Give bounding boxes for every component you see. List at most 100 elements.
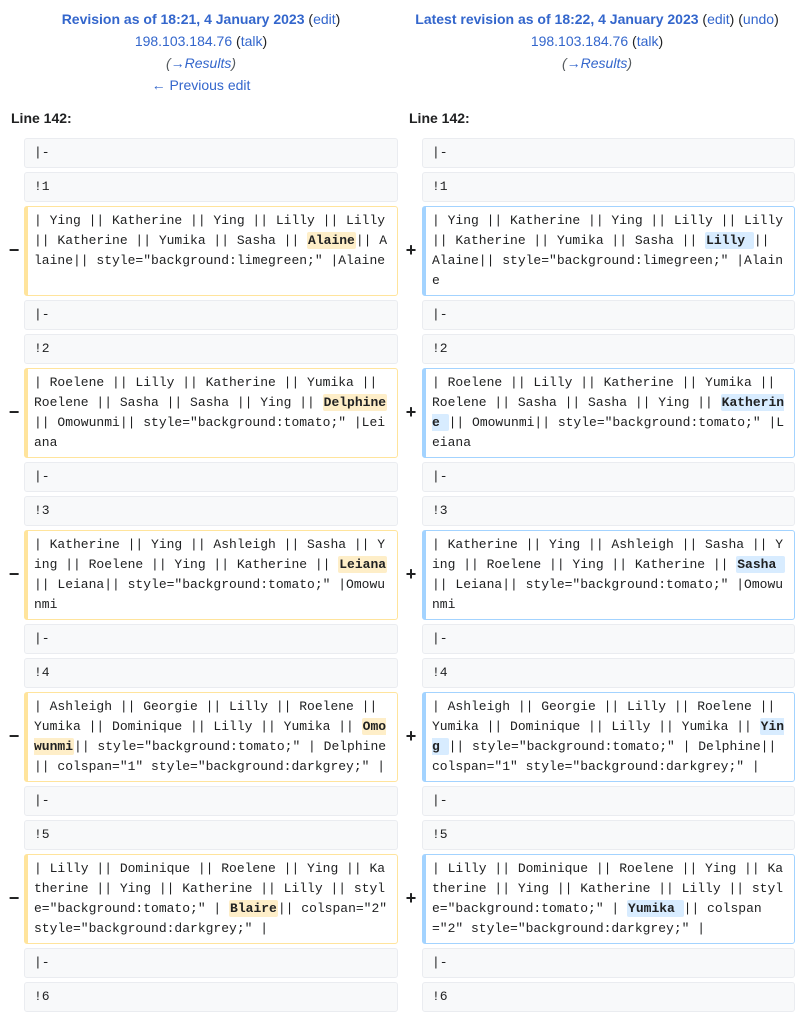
new-revision-header: Latest revision as of 18:22, 4 January 2… — [400, 8, 794, 74]
line-text: || style="background:tomato;" | Delphine… — [432, 739, 785, 774]
paren: ) — [729, 11, 735, 27]
added-word: Lilly — [705, 232, 754, 249]
old-context-line: |- — [24, 948, 398, 978]
old-context-line: !6 — [24, 982, 398, 1012]
diff-context-row: |- |- — [0, 462, 799, 492]
added-line-marker: + — [405, 240, 417, 260]
diff-change-row: − + | Ying || Katherine || Ying || Lilly |… — [0, 206, 799, 296]
new-context-line: !4 — [422, 658, 795, 688]
new-context-line: !2 — [422, 334, 795, 364]
line-text: || Leiana|| style="background:tomato;" |… — [34, 577, 386, 612]
old-revision-link[interactable]: Revision as of 18:21, 4 January 2023 — [62, 11, 305, 27]
right-line-number: Line 142: — [409, 110, 470, 126]
deleted-word: Blaire — [229, 900, 278, 917]
new-context-line: |- — [422, 300, 795, 330]
old-revision-header: Revision as of 18:21, 4 January 2023 (ed… — [5, 8, 397, 96]
deleted-line: | Lilly || Dominique || Roelene || Ying … — [24, 854, 398, 944]
left-line-number: Line 142: — [11, 110, 72, 126]
old-context-line: !5 — [24, 820, 398, 850]
diff-context-row: !1 !1 — [0, 172, 799, 202]
line-text: | Katherine || Ying || Ashleigh || Sasha… — [34, 537, 386, 572]
diff-change-row: − + | Ashleigh || Georgie || Lilly || Roel… — [0, 692, 799, 782]
added-line-marker: + — [405, 726, 417, 746]
deleted-line-marker: − — [8, 726, 20, 746]
diff-context-row: !3 !3 — [0, 496, 799, 526]
new-context-line: |- — [422, 786, 795, 816]
new-edit-link[interactable]: edit — [707, 11, 730, 27]
old-context-line: !4 — [24, 658, 398, 688]
diff-context-row: !5 !5 — [0, 820, 799, 850]
new-context-line: |- — [422, 624, 795, 654]
old-context-line: !3 — [24, 496, 398, 526]
deleted-word: Leiana — [338, 556, 388, 573]
added-line: | Ashleigh || Georgie || Lilly || Roelen… — [422, 692, 795, 782]
old-edit-link[interactable]: edit — [313, 11, 336, 27]
new-context-line: !6 — [422, 982, 795, 1012]
new-section-link[interactable]: →Results — [567, 55, 628, 71]
old-context-line: !2 — [24, 334, 398, 364]
added-word: Sasha — [736, 556, 786, 573]
old-context-line: |- — [24, 462, 398, 492]
line-text: | Ashleigh || Georgie || Lilly || Roelen… — [432, 699, 784, 734]
paren: ) — [774, 11, 779, 27]
added-line: | Ying || Katherine || Ying || Lilly || … — [422, 206, 795, 296]
line-text: || style="background:tomato;" | Delphine… — [34, 739, 387, 774]
new-context-line: !1 — [422, 172, 795, 202]
added-word: Yumika — [627, 900, 684, 917]
line-text: | Katherine || Ying || Ashleigh || Sasha… — [432, 537, 784, 572]
old-context-line: |- — [24, 138, 398, 168]
new-context-line: !5 — [422, 820, 795, 850]
diff-context-row: |- |- — [0, 948, 799, 978]
deleted-line-marker: − — [8, 402, 20, 422]
new-user-link[interactable]: 198.103.184.76 — [531, 33, 628, 49]
old-edit-summary: (→Results) — [165, 55, 237, 71]
deleted-line: | Ashleigh || Georgie || Lilly || Roelen… — [24, 692, 398, 782]
line-text: || Omowunmi|| style="background:tomato;"… — [34, 415, 386, 450]
diff-header: Revision as of 18:21, 4 January 2023 (ed… — [0, 0, 799, 100]
new-context-line: !3 — [422, 496, 795, 526]
old-context-line: |- — [24, 786, 398, 816]
diff-context-row: !6 !6 — [0, 982, 799, 1012]
added-line: | Katherine || Ying || Ashleigh || Sasha… — [422, 530, 795, 620]
new-edit-summary: (→Results) — [561, 55, 633, 71]
deleted-line: | Ying || Katherine || Ying || Lilly || … — [24, 206, 398, 296]
diff-context-row: |- |- — [0, 624, 799, 654]
deleted-line-marker: − — [8, 240, 20, 260]
old-talk-link[interactable]: talk — [241, 33, 263, 49]
line-text: || Omowunmi|| style="background:tomato;"… — [432, 415, 785, 450]
old-context-line: !1 — [24, 172, 398, 202]
added-line-marker: + — [405, 402, 417, 422]
previous-edit-link[interactable]: ← Previous edit — [152, 77, 251, 93]
new-revision-link[interactable]: Latest revision as of 18:22, 4 January 2… — [415, 11, 698, 27]
old-user-link[interactable]: 198.103.184.76 — [135, 33, 232, 49]
deleted-word: Alaine — [307, 232, 356, 249]
diff-change-row: − + | Katherine || Ying || Ashleigh || Sas… — [0, 530, 799, 620]
paren: ) — [262, 33, 268, 49]
new-talk-link[interactable]: talk — [637, 33, 659, 49]
paren: ) — [335, 11, 341, 27]
old-section-link[interactable]: →Results — [171, 55, 232, 71]
new-context-line: |- — [422, 138, 795, 168]
diff-context-row: !2 !2 — [0, 334, 799, 364]
diff-context-row: !4 !4 — [0, 658, 799, 688]
added-line-marker: + — [405, 564, 417, 584]
deleted-line: | Roelene || Lilly || Katherine || Yumik… — [24, 368, 398, 458]
new-context-line: |- — [422, 462, 795, 492]
deleted-line-marker: − — [8, 888, 20, 908]
diff-context-row: |- |- — [0, 786, 799, 816]
old-context-line: |- — [24, 300, 398, 330]
deleted-line: | Katherine || Ying || Ashleigh || Sasha… — [24, 530, 398, 620]
diff-context-row: |- |- — [0, 138, 799, 168]
diff-change-row: − + | Lilly || Dominique || Roelene || Yin… — [0, 854, 799, 944]
deleted-word: Delphine — [322, 394, 388, 411]
added-line: | Roelene || Lilly || Katherine || Yumik… — [422, 368, 795, 458]
diff-change-row: − + | Roelene || Lilly || Katherine || Yum… — [0, 368, 799, 458]
line-text: | Ashleigh || Georgie || Lilly || Roelen… — [34, 699, 386, 734]
deleted-line-marker: − — [8, 564, 20, 584]
undo-link[interactable]: undo — [743, 11, 774, 27]
paren: ) — [658, 33, 664, 49]
new-context-line: |- — [422, 948, 795, 978]
diff-context-row: |- |- — [0, 300, 799, 330]
line-text: || Leiana|| style="background:tomato;" |… — [432, 577, 784, 612]
added-line-marker: + — [405, 888, 417, 908]
